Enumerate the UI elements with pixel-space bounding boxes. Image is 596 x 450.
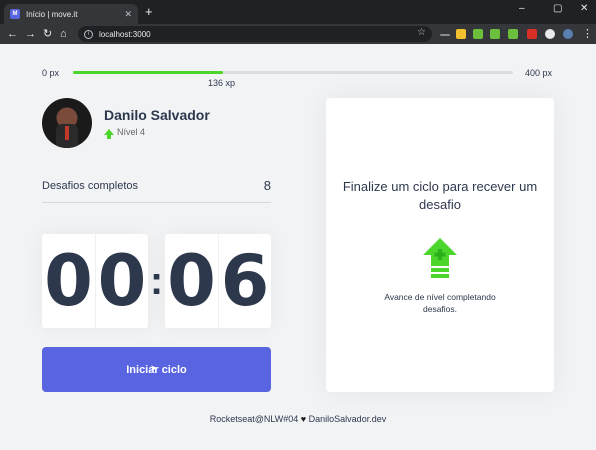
- profile-level: Nível 4: [104, 127, 146, 139]
- minute-digit: 0: [44, 240, 93, 322]
- extension-icon[interactable]: [456, 29, 466, 39]
- xp-max-label: 400 px: [525, 68, 553, 78]
- cursor-icon: ➤: [150, 363, 158, 373]
- arrow-left-icon[interactable]: ←: [7, 28, 18, 40]
- level-up-icon: [423, 238, 457, 278]
- minutes-box: 0 0: [42, 234, 148, 328]
- extension-icon[interactable]: [440, 34, 450, 36]
- android-extension-icon[interactable]: [473, 29, 483, 39]
- favicon-icon: M: [10, 9, 20, 19]
- xp-fill: [73, 71, 223, 74]
- home-icon[interactable]: ⌂: [60, 28, 67, 40]
- experience-bar: 0 px 136 xp 400 px: [0, 62, 596, 90]
- arrow-right-icon[interactable]: →: [25, 28, 36, 40]
- xp-min-label: 0 px: [42, 68, 60, 78]
- tab-close-icon[interactable]: ✕: [124, 9, 132, 20]
- info-icon[interactable]: i: [84, 29, 93, 39]
- challenge-text: Avance de nível completando desafios.: [384, 292, 496, 314]
- menu-icon[interactable]: ⋮: [582, 28, 593, 40]
- avatar: [42, 98, 92, 148]
- second-digit: 6: [218, 234, 271, 328]
- challenge-box: Finalize um ciclo para recever um desafi…: [326, 98, 554, 392]
- countdown: 0 0 : 0 6: [42, 234, 271, 328]
- seconds-box: 0 6: [165, 234, 271, 328]
- profile-avatar-icon[interactable]: [563, 29, 573, 39]
- profile-name: Danilo Salvador: [104, 107, 210, 123]
- reload-icon[interactable]: ↻: [43, 28, 52, 40]
- address-bar[interactable]: i localhost:3000 ☆: [78, 26, 432, 42]
- minimize-button[interactable]: –: [519, 3, 525, 14]
- footer-link[interactable]: DaniloSalvador.dev: [309, 414, 387, 424]
- footer: Rocketseat@NLW#04 ♥ DaniloSalvador.dev: [0, 414, 596, 424]
- countdown-colon: :: [149, 258, 164, 303]
- second-digit: 0: [167, 240, 216, 322]
- minute-digit: 0: [95, 234, 148, 328]
- browser-toolbar: ← → ↻ ⌂ i localhost:3000 ☆ ⋮: [0, 24, 596, 44]
- completed-challenges: Desafios completos 8: [42, 175, 271, 203]
- level-label: Nível 4: [117, 127, 146, 137]
- xp-current-label: 136 xp: [208, 78, 236, 88]
- xp-track: [73, 71, 513, 74]
- browser-tab[interactable]: M Início | move.it ✕: [4, 4, 138, 24]
- extension-icon[interactable]: [527, 29, 537, 39]
- footer-left: Rocketseat@NLW#04: [209, 414, 299, 424]
- url-text: localhost:3000: [99, 29, 151, 39]
- challenge-title: Finalize um ciclo para recever um desafi…: [342, 179, 538, 212]
- android-extension-icon[interactable]: [508, 29, 518, 39]
- completed-value: 8: [263, 178, 271, 193]
- browser-tabbar: M Início | move.it ✕ + – ▢ ✕: [0, 0, 596, 24]
- android-extension-icon[interactable]: [490, 29, 500, 39]
- completed-label: Desafios completos: [42, 180, 138, 192]
- puzzle-icon[interactable]: [545, 29, 555, 39]
- tab-title: Início | move.it: [26, 9, 78, 19]
- heart-icon: ♥: [300, 414, 307, 424]
- maximize-button[interactable]: ▢: [553, 3, 562, 14]
- close-window-button[interactable]: ✕: [580, 3, 588, 14]
- new-tab-button[interactable]: +: [145, 5, 153, 18]
- level-up-icon: [104, 129, 114, 139]
- bookmark-star-icon[interactable]: ☆: [417, 27, 426, 38]
